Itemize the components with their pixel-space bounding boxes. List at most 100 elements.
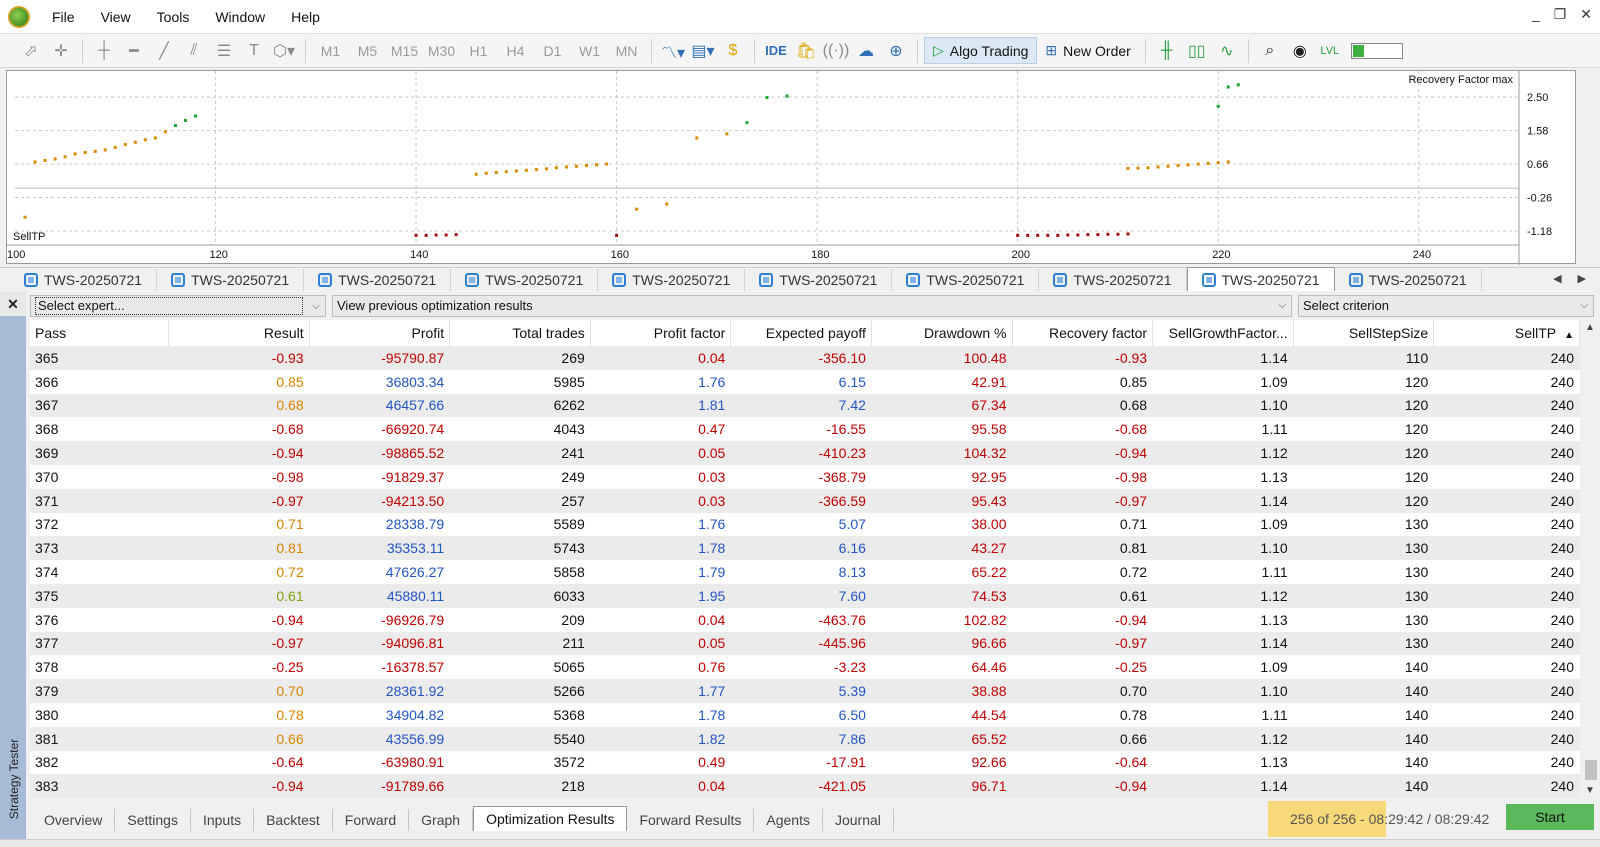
data-point[interactable] — [585, 164, 589, 168]
data-point[interactable] — [444, 233, 448, 237]
column-header[interactable]: Pass — [30, 320, 170, 346]
data-point[interactable] — [43, 158, 47, 162]
table-row[interactable]: 368 -0.68 -66920.74 4043 0.47 -16.55 95.58 -0.6… — [30, 417, 1580, 442]
data-point[interactable] — [113, 145, 117, 149]
close-window-button[interactable]: ✕ — [1580, 6, 1592, 23]
data-point[interactable] — [554, 166, 558, 170]
timeframe-m5[interactable]: M5 — [349, 43, 386, 59]
data-point[interactable] — [143, 138, 147, 142]
data-point[interactable] — [524, 168, 528, 172]
data-point[interactable] — [1046, 233, 1050, 237]
data-point[interactable] — [1136, 166, 1140, 170]
column-header[interactable]: Recovery factor — [1012, 320, 1154, 346]
indicators-icon[interactable]: ▤▾ — [688, 37, 718, 65]
data-point[interactable] — [484, 171, 488, 175]
table-row[interactable]: 371 -0.97 -94213.50 257 0.03 -366.59 95.43 -0.9… — [30, 488, 1580, 513]
table-row[interactable]: 370 -0.98 -91829.37 249 0.03 -368.79 92.95 -0.9… — [30, 464, 1580, 489]
data-point[interactable] — [1156, 165, 1160, 169]
data-point[interactable] — [595, 163, 599, 167]
previous-results-select[interactable]: View previous optimization results ⌵ — [332, 295, 1292, 317]
data-point[interactable] — [1016, 233, 1020, 237]
data-point[interactable] — [1076, 233, 1080, 237]
table-row[interactable]: 382 -0.64 -63980.91 3572 0.49 -17.91 92.66 -0.6… — [30, 750, 1580, 775]
table-row[interactable]: 365 -0.93 -95790.87 269 0.04 -356.10 100.48 -0.… — [30, 346, 1580, 370]
timeframe-mn[interactable]: MN — [608, 43, 645, 59]
cursor-icon[interactable]: ⬀ — [16, 37, 46, 65]
table-row[interactable]: 367 0.68 46457.66 6262 1.81 7.42 67.34 0.68 1.10… — [30, 393, 1580, 418]
data-point[interactable] — [163, 130, 167, 134]
table-row[interactable]: 380 0.78 34904.82 5368 1.78 6.50 44.54 0.78 1.11… — [30, 702, 1580, 727]
tab-backtest[interactable]: Backtest — [254, 809, 333, 831]
menu-tools[interactable]: Tools — [153, 7, 194, 27]
data-point[interactable] — [1126, 166, 1130, 170]
data-point[interactable] — [424, 233, 428, 237]
data-point[interactable] — [1106, 232, 1110, 236]
data-point[interactable] — [695, 136, 699, 140]
expert-select[interactable]: Select expert... ⌵ — [30, 295, 326, 317]
column-header[interactable]: Total trades — [449, 320, 591, 346]
tab-overview[interactable]: Overview — [26, 809, 116, 831]
tab-agents[interactable]: Agents — [754, 809, 823, 831]
data-point[interactable] — [504, 170, 508, 174]
column-header[interactable]: Drawdown % — [871, 320, 1013, 346]
data-point[interactable] — [665, 202, 669, 206]
chart-tab[interactable]: TWS-20250721 — [745, 269, 893, 291]
algo-trading-button[interactable]: ▷ Algo Trading — [924, 37, 1038, 64]
data-point[interactable] — [1066, 233, 1070, 237]
timeframe-w1[interactable]: W1 — [571, 43, 608, 59]
add-network-icon[interactable]: ⊕ — [881, 37, 911, 65]
column-header[interactable]: SellTP ▲ — [1433, 320, 1580, 346]
column-header[interactable]: Profit — [309, 320, 451, 346]
timeframe-d1[interactable]: D1 — [534, 43, 571, 59]
restore-button[interactable]: ❐ — [1554, 6, 1567, 23]
data-point[interactable] — [73, 152, 77, 156]
table-row[interactable]: 378 -0.25 -16378.57 5065 0.76 -3.23 64.46 -0.25… — [30, 655, 1580, 680]
data-point[interactable] — [414, 233, 418, 237]
data-point[interactable] — [494, 170, 498, 174]
signals-icon[interactable]: ((·)) — [821, 37, 851, 65]
data-point[interactable] — [1226, 160, 1230, 164]
tab-settings[interactable]: Settings — [115, 809, 191, 831]
vertical-line-icon[interactable]: ┼ — [89, 37, 119, 65]
data-point[interactable] — [1056, 233, 1060, 237]
optimization-results-table[interactable]: Pass Result Profit Total trades Profit facto… — [30, 320, 1580, 798]
tab-forward[interactable]: Forward — [333, 809, 410, 831]
table-row[interactable]: 375 0.61 45880.11 6033 1.95 7.60 74.53 0.61 1.12… — [30, 583, 1580, 608]
timeframe-h1[interactable]: H1 — [460, 43, 497, 59]
menu-help[interactable]: Help — [287, 7, 324, 27]
data-point[interactable] — [1236, 83, 1240, 87]
data-point[interactable] — [153, 136, 157, 140]
data-point[interactable] — [1216, 104, 1220, 108]
data-point[interactable] — [1116, 232, 1120, 236]
table-row[interactable]: 373 0.81 35353.11 5743 1.78 6.16 43.27 0.81 1.10… — [30, 536, 1580, 561]
data-point[interactable] — [544, 167, 548, 171]
optimization-chart[interactable]: 2.50 1.58 0.66 -0.26 -1.18 100 120 140 160 180 200… — [6, 70, 1576, 265]
data-point[interactable] — [33, 160, 37, 164]
data-point[interactable] — [1086, 233, 1090, 237]
table-row[interactable]: 372 0.71 28338.79 5589 1.76 5.07 38.00 0.71 1.09… — [30, 512, 1580, 537]
menu-file[interactable]: File — [48, 7, 79, 27]
ide-button[interactable]: IDE — [761, 37, 791, 65]
chart-tab[interactable]: TWS-20250721 — [451, 269, 599, 291]
chart-tab[interactable]: TWS-20250721 — [1335, 269, 1482, 291]
column-header[interactable]: Profit factor — [590, 320, 732, 346]
data-point[interactable] — [193, 114, 197, 118]
menu-view[interactable]: View — [97, 7, 135, 27]
fibonacci-icon[interactable]: ☰ — [209, 37, 239, 65]
data-point[interactable] — [785, 94, 789, 98]
horizontal-line-icon[interactable]: ━ — [119, 37, 149, 65]
data-point[interactable] — [183, 118, 187, 122]
text-tool-icon[interactable]: T — [239, 37, 269, 65]
data-point[interactable] — [1036, 233, 1040, 237]
table-row[interactable]: 374 0.72 47626.27 5858 1.79 8.13 65.22 0.72 1.11… — [30, 560, 1580, 584]
data-point[interactable] — [53, 157, 57, 161]
account-icon[interactable]: ◉ — [1285, 37, 1315, 65]
data-point[interactable] — [605, 162, 609, 166]
data-point[interactable] — [103, 148, 107, 152]
data-point[interactable] — [745, 121, 749, 125]
chart-tab[interactable]: TWS-20250721 — [1039, 269, 1187, 291]
data-point[interactable] — [454, 233, 458, 237]
close-tester-button[interactable]: ✕ — [0, 292, 26, 316]
chart-tab[interactable]: TWS-20250721 — [892, 269, 1040, 291]
market-icon[interactable]: 🛍 — [791, 37, 821, 65]
